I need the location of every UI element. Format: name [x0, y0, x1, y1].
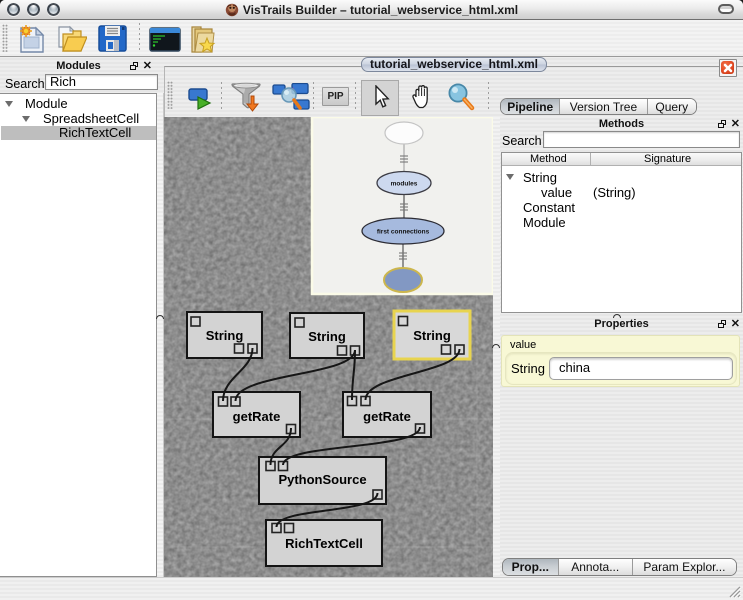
svg-text:PythonSource: PythonSource: [278, 472, 366, 487]
svg-text:RichTextCell: RichTextCell: [285, 536, 363, 551]
svg-text:String: String: [413, 328, 451, 343]
svg-text:String: String: [206, 328, 244, 343]
svg-text:getRate: getRate: [233, 409, 281, 424]
svg-text:modules: modules: [391, 181, 418, 188]
svg-text:getRate: getRate: [363, 409, 411, 424]
svg-text:first connections: first connections: [377, 229, 430, 236]
svg-text:String: String: [308, 329, 346, 344]
